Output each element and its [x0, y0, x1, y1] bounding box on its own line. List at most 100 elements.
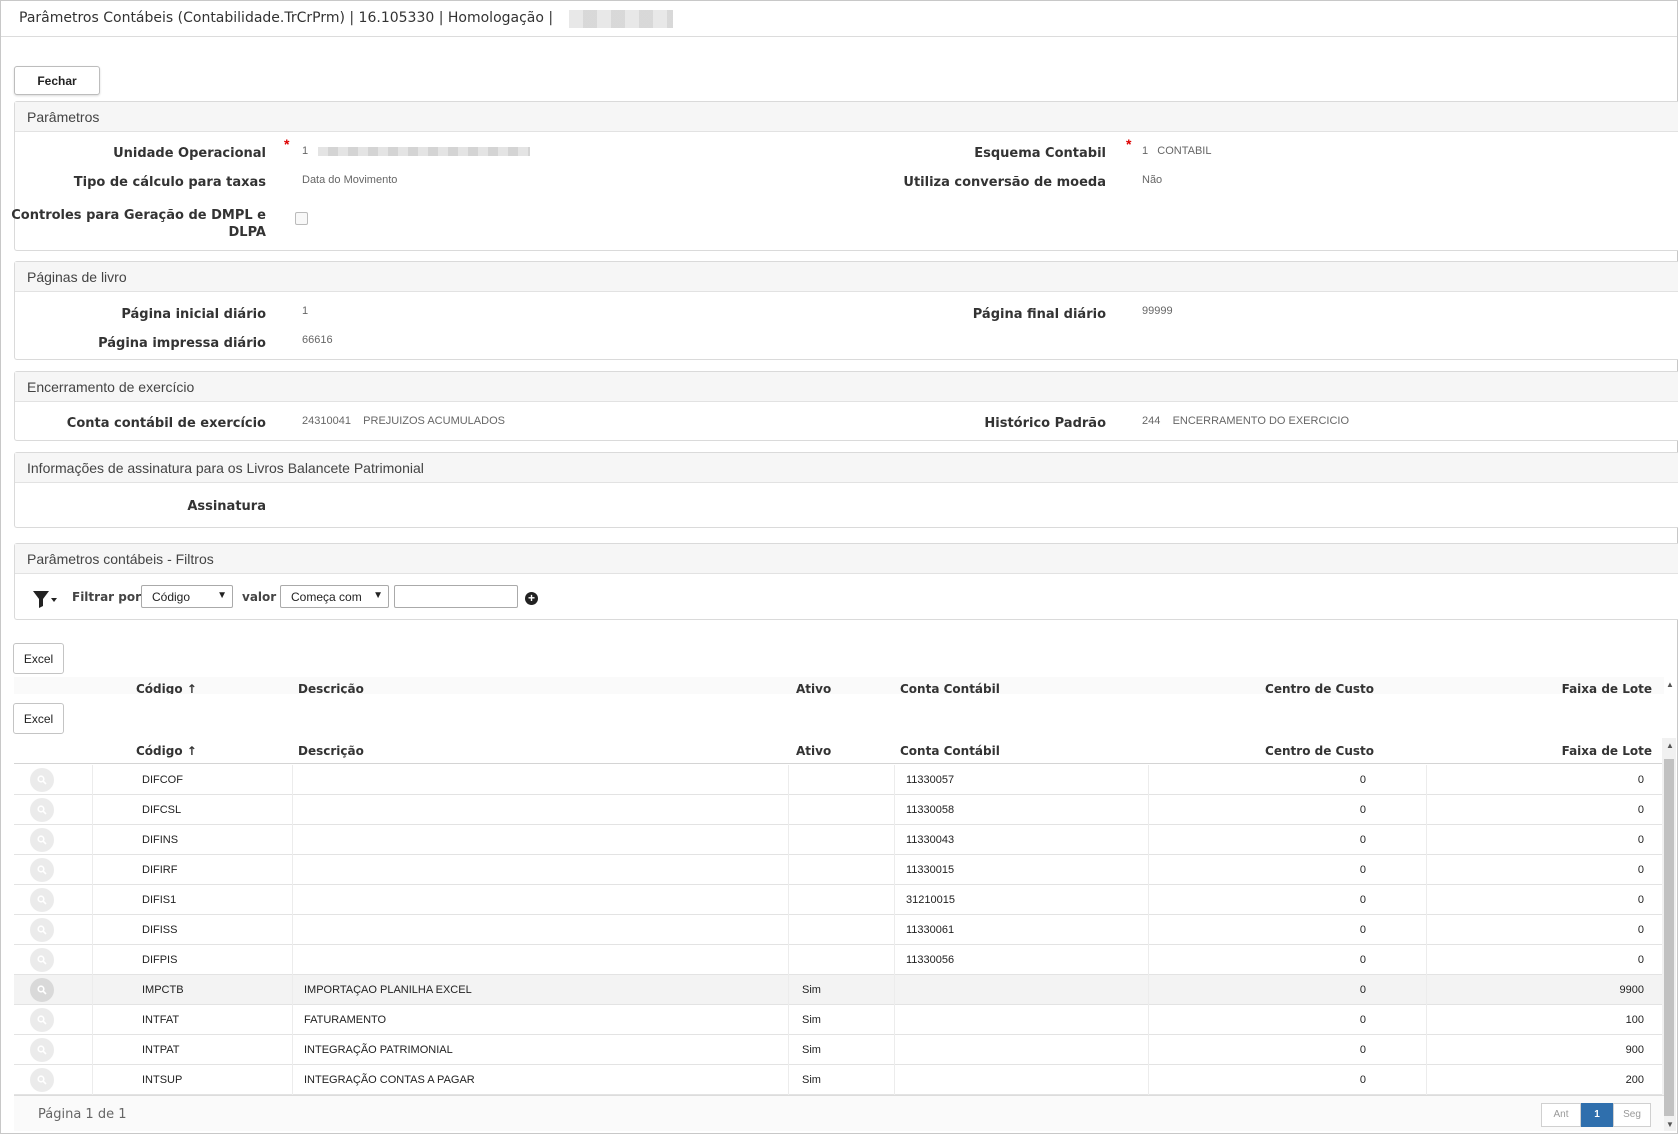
- col-codigo-header[interactable]: Código ↑: [136, 682, 197, 694]
- view-details-icon[interactable]: [30, 828, 54, 852]
- view-details-icon[interactable]: [30, 1038, 54, 1062]
- table-row[interactable]: INTSUP INTEGRAÇÃO CONTAS A PAGAR Sim 0 200: [14, 1065, 1664, 1095]
- cell-faixa-lote: 0: [1637, 924, 1644, 936]
- cell-ativo: Sim: [802, 984, 821, 996]
- table-row[interactable]: DIFCOF 11330057 0 0: [14, 765, 1664, 795]
- view-details-icon[interactable]: [30, 948, 54, 972]
- cell-codigo: DIFPIS: [142, 954, 178, 966]
- column-divider: [1148, 1035, 1149, 1065]
- excel-export-button[interactable]: Excel: [13, 643, 64, 674]
- view-details-icon[interactable]: [30, 1008, 54, 1032]
- view-details-icon[interactable]: [30, 918, 54, 942]
- view-details-icon[interactable]: [30, 858, 54, 882]
- table-row[interactable]: INTFAT FATURAMENTO Sim 0 100: [14, 1005, 1664, 1035]
- column-divider: [292, 825, 293, 855]
- cell-codigo: DIFCSL: [142, 804, 182, 816]
- col-faixa-header[interactable]: Faixa de Lote: [1562, 744, 1652, 758]
- table-row[interactable]: DIFISS 11330061 0 0: [14, 915, 1664, 945]
- col-centro-header[interactable]: Centro de Custo: [1265, 744, 1374, 758]
- table-row[interactable]: DIFIRF 11330015 0 0: [14, 855, 1664, 885]
- close-button[interactable]: Fechar: [14, 66, 100, 95]
- cell-codigo: DIFCOF: [142, 774, 183, 786]
- filtrar-por-label: Filtrar por: [72, 590, 142, 604]
- column-divider: [1148, 945, 1149, 975]
- cell-centro-custo: 0: [1359, 924, 1366, 936]
- section-assinatura: Informações de assinatura para os Livros…: [14, 452, 1678, 528]
- column-divider: [1148, 915, 1149, 945]
- col-descricao-header[interactable]: Descrição: [298, 744, 364, 758]
- filtrar-por-value: Código: [152, 590, 191, 604]
- view-details-icon[interactable]: [30, 978, 54, 1002]
- col-conta-header[interactable]: Conta Contábil: [900, 682, 1000, 694]
- column-divider: [292, 855, 293, 885]
- window-title: Parâmetros Contábeis (Contabilidade.TrCr…: [19, 10, 554, 26]
- scroll-down-icon[interactable]: ▼: [1666, 1120, 1674, 1129]
- cell-centro-custo: 0: [1359, 804, 1366, 816]
- cell-conta-contabil: 31210015: [906, 894, 955, 906]
- column-divider: [788, 855, 789, 885]
- col-conta-header[interactable]: Conta Contábil: [900, 744, 1000, 758]
- cell-codigo: DIFIS1: [142, 894, 177, 906]
- col-ativo-header[interactable]: Ativo: [796, 744, 831, 758]
- table-row[interactable]: DIFCSL 11330058 0 0: [14, 795, 1664, 825]
- cell-faixa-lote: 0: [1637, 954, 1644, 966]
- tipo-calc-value: Data do Movimento: [302, 174, 398, 186]
- scrollbar-thumb[interactable]: [1664, 759, 1674, 1116]
- dmpl-checkbox[interactable]: [295, 212, 308, 225]
- cell-descricao: INTEGRAÇÃO PATRIMONIAL: [304, 1044, 453, 1056]
- column-divider: [92, 945, 93, 975]
- column-divider: [788, 825, 789, 855]
- page-1-button[interactable]: 1: [1581, 1103, 1613, 1127]
- table-row[interactable]: DIFIS1 31210015 0 0: [14, 885, 1664, 915]
- column-divider: [894, 1065, 895, 1095]
- col-faixa-header[interactable]: Faixa de Lote: [1562, 682, 1652, 694]
- cell-codigo: IMPCTB: [142, 984, 184, 996]
- column-divider: [92, 855, 93, 885]
- column-divider: [788, 1035, 789, 1065]
- col-codigo-header[interactable]: Código ↑: [136, 744, 197, 758]
- excel-export-button[interactable]: Excel: [13, 703, 64, 734]
- column-divider: [894, 825, 895, 855]
- column-divider: [1426, 765, 1427, 795]
- grid-header-sticky: Código ↑ Descrição Ativo Conta Contábil …: [14, 677, 1664, 694]
- view-details-icon[interactable]: [30, 768, 54, 792]
- col-ativo-header[interactable]: Ativo: [796, 682, 831, 694]
- sort-asc-icon: ↑: [186, 744, 197, 758]
- cell-centro-custo: 0: [1359, 774, 1366, 786]
- column-divider: [292, 795, 293, 825]
- cell-centro-custo: 0: [1359, 864, 1366, 876]
- view-details-icon[interactable]: [30, 1068, 54, 1092]
- column-divider: [1148, 855, 1149, 885]
- filtrar-por-select[interactable]: Código ▼: [141, 585, 233, 608]
- dmpl-label-line1: Controles para Geração de DMPL e: [11, 208, 266, 223]
- valor-operator-select[interactable]: Começa com ▼: [280, 585, 389, 608]
- cell-ativo: Sim: [802, 1014, 821, 1026]
- table-row[interactable]: DIFINS 11330043 0 0: [14, 825, 1664, 855]
- prev-page-button[interactable]: Ant: [1541, 1103, 1581, 1127]
- cell-descricao: IMPORTAÇAO PLANILHA EXCEL: [304, 984, 472, 996]
- scroll-up-icon[interactable]: ▲: [1666, 741, 1674, 750]
- table-row[interactable]: DIFPIS 11330056 0 0: [14, 945, 1664, 975]
- next-page-button[interactable]: Seg: [1613, 1103, 1651, 1127]
- pagina-inicial-value: 1: [302, 305, 309, 317]
- column-divider: [1148, 1005, 1149, 1035]
- column-divider: [292, 1005, 293, 1035]
- cell-faixa-lote: 9900: [1619, 984, 1644, 996]
- filter-value-input[interactable]: [394, 585, 518, 608]
- dmpl-label-line2: DLPA: [228, 225, 266, 240]
- view-details-icon[interactable]: [30, 798, 54, 822]
- cell-conta-contabil: 11330057: [906, 774, 955, 786]
- table-row[interactable]: IMPCTB IMPORTAÇAO PLANILHA EXCEL Sim 0 9900: [14, 975, 1664, 1005]
- column-divider: [92, 1005, 93, 1035]
- column-divider: [788, 795, 789, 825]
- filter-icon[interactable]: [31, 588, 59, 610]
- valor-operator-value: Começa com: [291, 590, 362, 604]
- scroll-up-icon[interactable]: ▲: [1666, 680, 1674, 689]
- pagina-impressa-label: Página impressa diário: [98, 336, 266, 351]
- add-filter-icon[interactable]: +: [525, 592, 538, 605]
- view-details-icon[interactable]: [30, 888, 54, 912]
- table-row[interactable]: INTPAT INTEGRAÇÃO PATRIMONIAL Sim 0 900: [14, 1035, 1664, 1065]
- col-descricao-header[interactable]: Descrição: [298, 682, 364, 694]
- cell-codigo: DIFIRF: [142, 864, 178, 876]
- col-centro-header[interactable]: Centro de Custo: [1265, 682, 1374, 694]
